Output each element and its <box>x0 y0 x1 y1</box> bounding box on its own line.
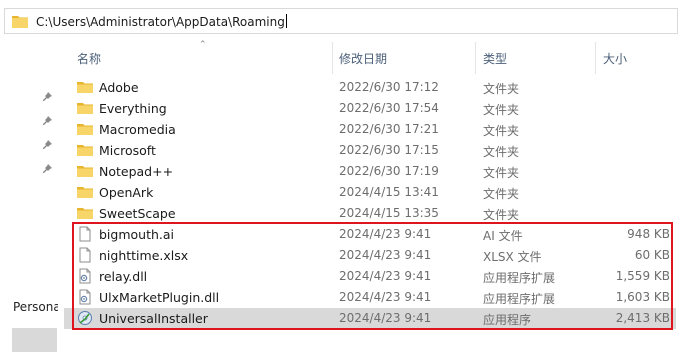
file-row[interactable]: SweetScape 2024/4/15 13:35 文件夹 <box>64 203 676 224</box>
nav-item-selected[interactable] <box>12 328 57 352</box>
file-type: 文件夹 <box>483 166 520 180</box>
file-row[interactable]: UlxMarketPlugin.dll 2024/4/23 9:41 应用程序扩展 1… <box>64 287 676 308</box>
file-modified: 2024/4/15 13:41 <box>339 185 439 199</box>
file-name: UniversalInstaller <box>99 311 208 326</box>
pin-icon[interactable] <box>43 140 53 150</box>
file-name: Macromedia <box>99 122 176 137</box>
folder-icon <box>77 121 93 137</box>
file-modified: 2024/4/23 9:41 <box>339 248 432 262</box>
sort-ascending-icon: ⌃ <box>199 40 207 50</box>
file-modified: 2022/6/30 17:19 <box>339 164 439 178</box>
address-bar[interactable]: C:\Users\Administrator\AppData\Roaming <box>4 8 678 34</box>
installer-icon <box>77 310 93 326</box>
folder-icon <box>77 100 93 116</box>
file-name: Adobe <box>99 80 139 95</box>
file-name: SweetScape <box>99 206 176 221</box>
file-type: 文件夹 <box>483 124 520 138</box>
file-icon <box>77 226 93 242</box>
file-row[interactable]: Microsoft 2022/6/30 17:15 文件夹 <box>64 140 676 161</box>
folder-icon <box>77 79 93 95</box>
folder-icon <box>77 205 93 221</box>
file-size: 60 KB <box>634 248 670 262</box>
file-row[interactable]: Everything 2022/6/30 17:54 文件夹 <box>64 98 676 119</box>
column-header: ⌃ 名称 修改日期 类型 大小 <box>64 40 685 76</box>
column-divider[interactable] <box>475 42 476 74</box>
file-type: 文件夹 <box>483 103 520 117</box>
file-row[interactable]: Notepad++ 2022/6/30 17:19 文件夹 <box>64 161 676 182</box>
address-path[interactable]: C:\Users\Administrator\AppData\Roaming <box>36 14 287 29</box>
file-type: 应用程序扩展 <box>483 292 556 306</box>
column-type[interactable]: 类型 <box>483 50 507 67</box>
dll-icon <box>77 268 93 284</box>
file-name: Everything <box>99 101 167 116</box>
pin-icon[interactable] <box>43 116 53 126</box>
file-modified: 2024/4/15 13:35 <box>339 206 439 220</box>
pin-icon[interactable] <box>43 164 53 174</box>
file-name: relay.dll <box>99 269 148 284</box>
column-size[interactable]: 大小 <box>603 50 627 67</box>
file-modified: 2022/6/30 17:54 <box>339 101 439 115</box>
file-modified: 2022/6/30 17:21 <box>339 122 439 136</box>
text-caret <box>285 14 287 28</box>
file-modified: 2024/4/23 9:41 <box>339 269 432 283</box>
file-name: nighttime.xlsx <box>99 248 189 263</box>
file-size: 1,603 KB <box>615 290 670 304</box>
pin-icon[interactable] <box>43 92 53 102</box>
file-row[interactable]: bigmouth.ai 2024/4/23 9:41 AI 文件 948 KB <box>64 224 676 245</box>
file-size: 948 KB <box>627 227 670 241</box>
file-icon <box>77 247 93 263</box>
file-size: 2,413 KB <box>615 311 670 325</box>
file-type: 文件夹 <box>483 145 520 159</box>
file-type: 应用程序扩展 <box>483 271 556 285</box>
column-modified[interactable]: 修改日期 <box>339 50 387 67</box>
file-name: UlxMarketPlugin.dll <box>99 290 220 305</box>
file-row[interactable]: OpenArk 2024/4/15 13:41 文件夹 <box>64 182 676 203</box>
file-type: AI 文件 <box>483 229 523 243</box>
column-divider[interactable] <box>332 42 333 74</box>
folder-icon <box>77 163 93 179</box>
folder-icon <box>77 142 93 158</box>
file-row[interactable]: nighttime.xlsx 2024/4/23 9:41 XLSX 文件 60 KB <box>64 245 676 266</box>
nav-item-personal[interactable]: Persona <box>13 300 58 314</box>
navigation-pane: Persona <box>0 36 60 352</box>
file-row[interactable]: Macromedia 2022/6/30 17:21 文件夹 <box>64 119 676 140</box>
file-modified: 2024/4/23 9:41 <box>339 311 432 325</box>
file-modified: 2024/4/23 9:41 <box>339 227 432 241</box>
file-name: OpenArk <box>99 185 154 200</box>
folder-icon <box>12 16 28 28</box>
column-divider[interactable] <box>595 42 596 74</box>
file-modified: 2022/6/30 17:15 <box>339 143 439 157</box>
folder-icon <box>77 184 93 200</box>
file-type: 文件夹 <box>483 208 520 222</box>
file-type: XLSX 文件 <box>483 250 542 264</box>
file-name: Microsoft <box>99 143 156 158</box>
file-row[interactable]: relay.dll 2024/4/23 9:41 应用程序扩展 1,559 KB <box>64 266 676 287</box>
column-name[interactable]: 名称 <box>77 50 101 67</box>
file-type: 应用程序 <box>483 313 532 327</box>
file-modified: 2022/6/30 17:12 <box>339 80 439 94</box>
file-row[interactable]: Adobe 2022/6/30 17:12 文件夹 <box>64 77 676 98</box>
file-name: bigmouth.ai <box>99 227 175 242</box>
dll-icon <box>77 289 93 305</box>
file-size: 1,559 KB <box>615 269 670 283</box>
file-modified: 2024/4/23 9:41 <box>339 290 432 304</box>
file-row-selected[interactable]: UniversalInstaller 2024/4/23 9:41 应用程序 2,41… <box>64 308 676 329</box>
file-type: 文件夹 <box>483 187 520 201</box>
file-type: 文件夹 <box>483 82 520 96</box>
file-name: Notepad++ <box>99 164 174 179</box>
